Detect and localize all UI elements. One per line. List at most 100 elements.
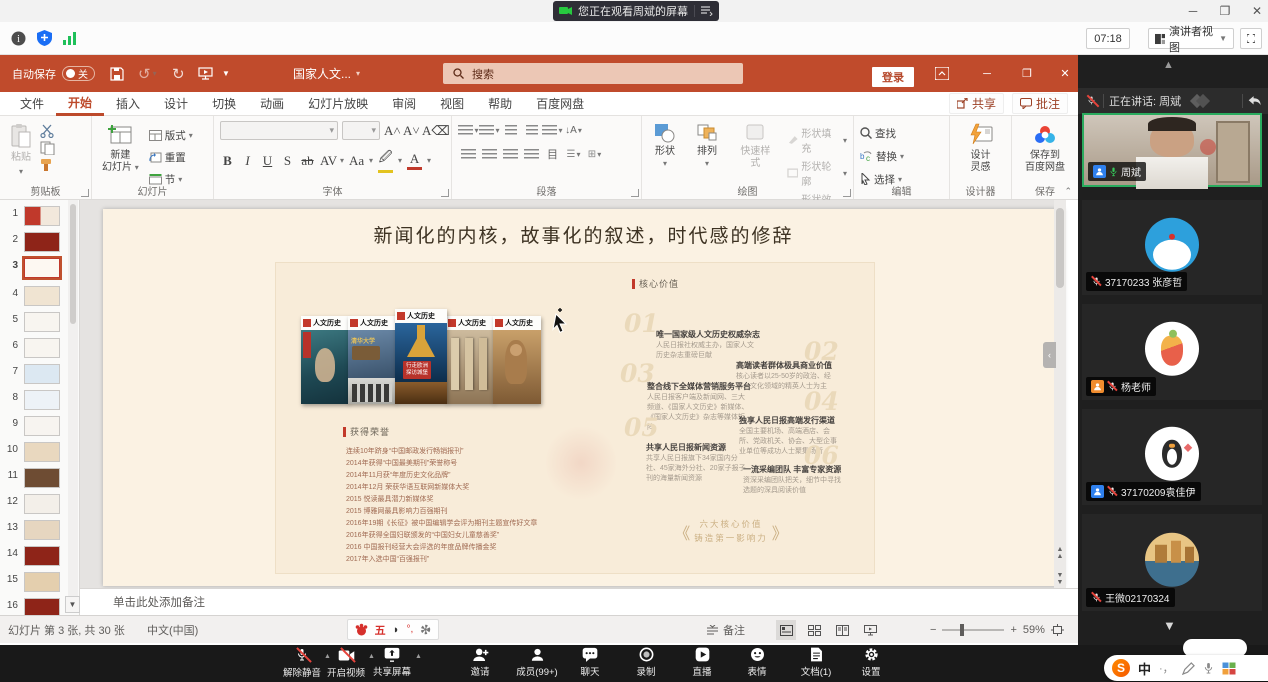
slide-number-indicator[interactable]: 幻灯片 第 3 张, 共 30 张 — [8, 616, 125, 644]
paste-button[interactable]: 粘贴▾ — [6, 121, 36, 178]
previous-slide-button[interactable]: ▲▲ — [1054, 546, 1066, 560]
align-center-button[interactable] — [479, 145, 500, 163]
login-button[interactable]: 登录 — [872, 67, 914, 87]
panel-scroll-up-chevron[interactable]: ▲ — [1163, 59, 1174, 71]
slide-sorter-view-button[interactable] — [804, 620, 824, 640]
notes-pane[interactable]: 单击此处添加备注 — [80, 588, 1078, 615]
meeting-info-icon[interactable]: i — [8, 28, 28, 48]
underline-button[interactable]: U — [260, 153, 275, 169]
start-slideshow-icon[interactable] — [198, 55, 213, 92]
share-button[interactable]: 共享 — [949, 93, 1004, 114]
meeting-security-shield-icon[interactable] — [34, 28, 54, 48]
columns-button[interactable]: 目 — [542, 145, 563, 163]
reading-view-button[interactable] — [832, 620, 852, 640]
os-minimize-button[interactable]: ─ — [1178, 0, 1208, 22]
live-button[interactable]: 直播 — [674, 647, 730, 678]
panel-scroll-down-chevron[interactable]: ▼ — [1163, 618, 1176, 633]
shrink-font-icon[interactable]: A˅ — [403, 123, 418, 139]
paragraph-dialog-launcher[interactable] — [631, 189, 639, 197]
back-to-main-icon[interactable] — [1248, 95, 1262, 107]
video-tile-2[interactable]: 37170233 张彦哲 — [1082, 200, 1262, 295]
tab-help[interactable]: 帮助 — [476, 92, 524, 116]
search-input[interactable]: 搜索 — [443, 63, 743, 84]
comments-button[interactable]: 批注 — [1012, 93, 1068, 114]
tab-view[interactable]: 视图 — [428, 92, 476, 116]
save-icon[interactable] — [110, 55, 124, 92]
next-slide-button[interactable]: ▼▼ — [1054, 572, 1066, 586]
slide[interactable]: 新闻化的内核，故事化的叙述，时代感的修辞 人文历史 人文历史 清华大学 — [103, 209, 1064, 586]
sogou-logo-icon[interactable]: S — [1112, 659, 1130, 677]
change-case-button[interactable]: Aa — [349, 153, 364, 169]
notes-toggle-button[interactable]: 备注 — [706, 616, 745, 644]
ribbon-display-options-icon[interactable] — [935, 55, 949, 92]
drawing-dialog-launcher[interactable] — [843, 189, 851, 197]
redo-icon[interactable]: ↻ — [172, 55, 185, 92]
find-button[interactable]: 查找 — [860, 123, 943, 143]
font-size-combo[interactable]: ▾ — [342, 121, 380, 140]
save-to-baidu-button[interactable]: 保存到百度网盘 — [1018, 121, 1072, 175]
font-name-combo[interactable]: ▾ — [220, 121, 338, 140]
layout-button[interactable]: 版式▾ — [149, 125, 193, 145]
new-slide-button[interactable]: 新建幻灯片 ▾ — [98, 121, 143, 189]
slideshow-view-button[interactable] — [860, 620, 880, 640]
ime-pen-icon[interactable] — [1182, 662, 1195, 675]
settings-button[interactable]: 设置 — [843, 647, 899, 678]
emoji-button[interactable]: 表情 — [729, 647, 785, 678]
strikethrough-button[interactable]: ab — [300, 153, 315, 169]
bold-button[interactable]: B — [220, 153, 235, 169]
tab-file[interactable]: 文件 — [8, 92, 56, 116]
undo-icon[interactable]: ↺▾ — [138, 55, 157, 92]
language-indicator[interactable]: 中文(中国) — [147, 616, 198, 644]
record-button[interactable]: 录制 — [618, 647, 674, 678]
thumbnail-scrollbar[interactable] — [68, 200, 78, 596]
video-tile-3[interactable]: 杨老师 — [1082, 304, 1262, 400]
ppt-close-button[interactable]: ✕ — [1050, 55, 1080, 92]
tab-slideshow[interactable]: 幻灯片放映 — [296, 92, 380, 116]
numbering-button[interactable]: ▾ — [479, 121, 500, 139]
character-spacing-button[interactable]: AV — [320, 153, 335, 169]
os-close-button[interactable]: ✕ — [1242, 0, 1268, 22]
video-tile-zhoubin[interactable]: 周斌 — [1082, 113, 1262, 187]
zoom-percentage[interactable]: 59% — [1023, 624, 1045, 636]
italic-button[interactable]: I — [240, 153, 255, 169]
canvas-vertical-scrollbar[interactable]: ▲▲ ▼▼ — [1054, 200, 1066, 588]
tab-transitions[interactable]: 切换 — [200, 92, 248, 116]
clipboard-dialog-launcher[interactable] — [81, 189, 89, 197]
decrease-indent-button[interactable] — [500, 121, 521, 139]
collapse-ribbon-chevron[interactable]: ⌃ — [1064, 186, 1072, 197]
tab-animations[interactable]: 动画 — [248, 92, 296, 116]
invite-button[interactable]: 邀请 — [452, 647, 508, 678]
watching-banner[interactable]: 您正在观看周斌的屏幕 — [553, 1, 719, 21]
view-mode-selector[interactable]: 演讲者视图 ▼ — [1148, 28, 1234, 49]
ime-halfwidth-icon[interactable]: ◗ — [393, 624, 400, 636]
tab-baidu-netdisk[interactable]: 百度网盘 — [524, 92, 596, 116]
docs-button[interactable]: 文档(1) — [788, 647, 844, 678]
members-button[interactable]: 成员(99+) — [509, 647, 565, 678]
ime-toolbar[interactable]: 五 ◗ °, — [347, 619, 439, 640]
share-screen-button[interactable]: 共享屏幕 — [364, 647, 420, 678]
zoom-in-button[interactable]: + — [1010, 624, 1016, 636]
shape-fill-button[interactable]: 形状填充▾ — [787, 125, 847, 155]
align-left-button[interactable] — [458, 145, 479, 163]
share-options-arrow[interactable]: ▲ — [415, 653, 422, 660]
ime-keyboard-icon[interactable] — [1222, 662, 1236, 675]
chat-button[interactable]: 聊天 — [562, 647, 618, 678]
tab-design[interactable]: 设计 — [152, 92, 200, 116]
sogou-ime-bar[interactable]: S 中 ·， — [1104, 655, 1268, 681]
fit-to-window-icon[interactable] — [1051, 624, 1064, 636]
font-dialog-launcher[interactable] — [441, 189, 449, 197]
tab-home[interactable]: 开始 — [56, 92, 104, 116]
increase-indent-button[interactable] — [521, 121, 542, 139]
font-color-button[interactable]: A — [407, 151, 422, 170]
reset-button[interactable]: 重置 — [149, 147, 193, 167]
qat-customize-chevron[interactable]: ▼ — [222, 55, 230, 92]
autosave-toggle[interactable]: 关 — [62, 55, 95, 92]
scrollbar-handle[interactable] — [1056, 208, 1064, 288]
ime-settings-icon[interactable] — [420, 624, 431, 635]
banner-menu-icon[interactable] — [701, 6, 713, 16]
justify-button[interactable] — [521, 145, 542, 163]
align-text-button[interactable]: ☰▾ — [563, 145, 584, 163]
bullets-button[interactable]: ▾ — [458, 121, 479, 139]
line-spacing-button[interactable]: ▾ — [542, 121, 563, 139]
copy-icon[interactable] — [40, 141, 55, 155]
